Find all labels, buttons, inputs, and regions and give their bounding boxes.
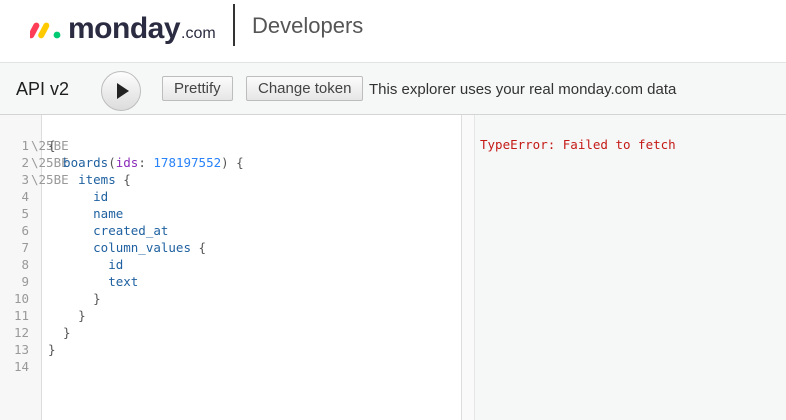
code-token: } (48, 342, 56, 357)
code-token: } (48, 291, 101, 306)
code-text: } (48, 341, 56, 358)
code-token: boards (48, 155, 109, 170)
result-pane: TypeError: Failed to fetch (475, 115, 786, 420)
error-message: TypeError: Failed to fetch (480, 137, 676, 152)
code-text: id (48, 188, 108, 205)
line-number: 8 (21, 257, 29, 272)
line-number: 1 (21, 138, 29, 153)
code-text: } (48, 290, 101, 307)
code-token: : (138, 155, 154, 170)
line-number: 4 (21, 189, 29, 204)
logo-suffix: .com (181, 24, 216, 42)
code-token: items (48, 172, 116, 187)
code-token: name (48, 206, 124, 221)
code-text: } (48, 324, 71, 341)
code-text: name (48, 205, 123, 222)
code-text: column_values { (48, 239, 206, 256)
explorer-note: This explorer uses your real monday.com … (369, 81, 677, 98)
code-text: { (48, 137, 56, 154)
change-token-button[interactable]: Change token (246, 76, 364, 101)
code-text: text (48, 273, 138, 290)
code-token: id (48, 257, 124, 272)
code-token: id (48, 189, 109, 204)
section-title[interactable]: Developers (252, 13, 363, 39)
line-number: 7 (21, 240, 29, 255)
logo-wordmark: monday (68, 12, 181, 45)
code-token: text (48, 274, 139, 289)
code-text: } (48, 307, 86, 324)
line-number: 2 (21, 155, 29, 170)
line-number: 10 (13, 291, 29, 306)
code-text: id (48, 256, 123, 273)
code-token: ) { (221, 155, 244, 170)
api-title: API v2 (16, 79, 70, 99)
monday-logo[interactable]: monday .com (30, 12, 216, 45)
code-token: column_values (48, 240, 191, 255)
header-divider (233, 4, 235, 46)
code-text: created_at (48, 222, 168, 239)
line-number: 14 (13, 359, 29, 374)
code-token: } (48, 308, 86, 323)
line-number: 3 (21, 172, 29, 187)
code-token: { (48, 138, 56, 153)
line-number: 12 (13, 325, 29, 340)
code-token: created_at (48, 223, 169, 238)
run-query-button[interactable] (101, 71, 141, 111)
code-token: ( (108, 155, 116, 170)
prettify-button[interactable]: Prettify (162, 76, 233, 101)
code-token: 178197552 (153, 155, 222, 170)
line-number: 6 (21, 223, 29, 238)
line-number: 5 (21, 206, 29, 221)
play-icon (116, 83, 129, 99)
code-text: boards(ids: 178197552) { (48, 154, 244, 171)
line-number: 13 (13, 342, 29, 357)
line-number: 11 (13, 308, 29, 323)
code-token: { (115, 172, 131, 187)
explorer-toolbar: API v2 Prettify Change token This explor… (0, 62, 786, 115)
line-number: 9 (21, 274, 29, 289)
site-header: monday .com Developers (0, 0, 786, 62)
code-token: } (48, 325, 71, 340)
pane-resizer[interactable] (461, 115, 475, 420)
code-token: ids (115, 155, 139, 170)
code-text: items { (48, 171, 131, 188)
code-token: { (191, 240, 207, 255)
query-editor[interactable]: 1 \25BE{2 \25BE boards(ids: 178197552) {3 \… (0, 115, 461, 420)
monday-logo-icon (30, 22, 61, 39)
